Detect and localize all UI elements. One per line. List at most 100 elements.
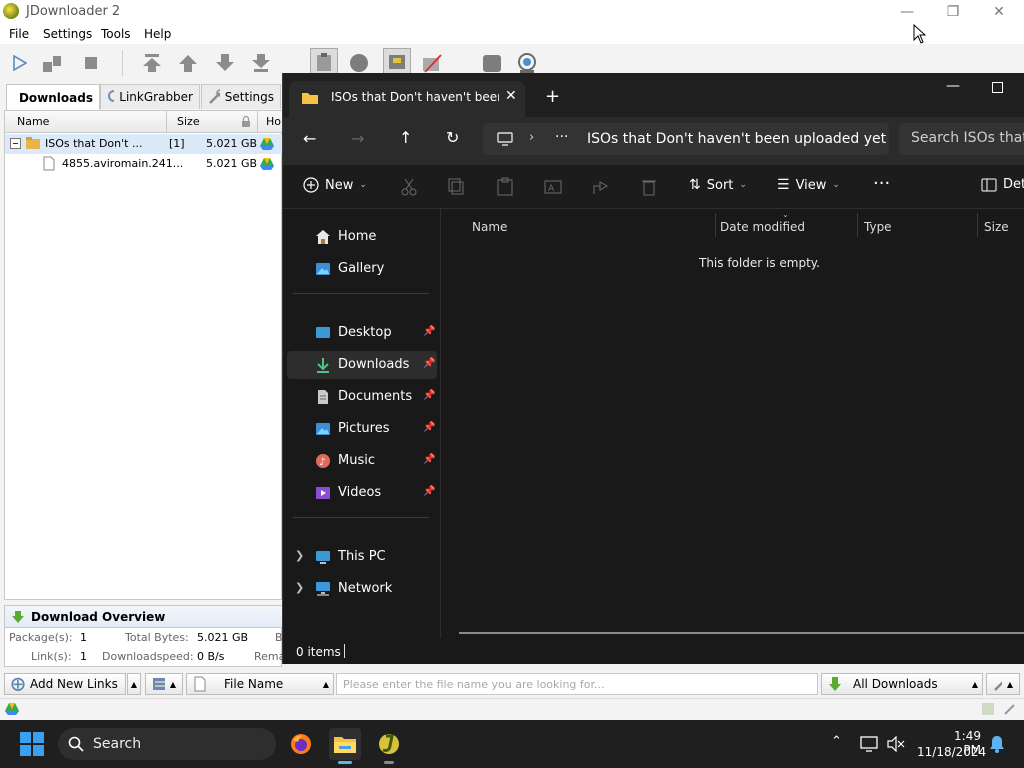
pin-icon[interactable]: 📌 — [423, 358, 435, 369]
close-tab-icon[interactable]: ✕ — [505, 88, 517, 104]
tab-downloads[interactable]: Downloads — [6, 84, 100, 110]
menu-help[interactable]: Help — [144, 27, 171, 41]
menu-file[interactable]: File — [9, 27, 29, 41]
table-row-file[interactable]: 4855.aviromain.241... 5.021 GB — [5, 154, 283, 174]
column-header-date-modified[interactable]: Date modified — [720, 220, 805, 234]
speaker-muted-icon[interactable] — [887, 736, 905, 752]
display-icon[interactable] — [860, 736, 878, 752]
restore-icon[interactable]: ❐ — [930, 0, 976, 24]
bottombar-settings-button[interactable]: ▲ — [986, 673, 1020, 695]
chevron-up-icon: ▲ — [1006, 679, 1013, 689]
nav-item-home[interactable]: Home — [287, 223, 437, 251]
more-options-icon[interactable]: ··· — [873, 173, 890, 194]
wrench-icon[interactable] — [1003, 702, 1017, 716]
nav-item-documents[interactable]: Documents 📌 — [287, 383, 437, 411]
search-column-select[interactable]: File Name ▲ — [186, 673, 334, 695]
file-name-search-input[interactable]: Please enter the file name you are looki… — [336, 673, 818, 695]
menu-settings[interactable]: Settings — [43, 27, 92, 41]
new-button[interactable]: New ⌄ — [303, 177, 367, 193]
column-header-size[interactable]: Size — [984, 220, 1009, 234]
new-tab-icon[interactable]: + — [545, 86, 560, 107]
taskbar-clock-date[interactable]: 11/18/2024 — [917, 745, 986, 759]
file-explorer-taskbar-icon[interactable] — [329, 728, 361, 764]
column-hoster[interactable]: Ho — [266, 115, 281, 128]
windows-start-icon[interactable] — [20, 732, 44, 756]
add-new-links-button[interactable]: ⨁ Add New Links — [4, 673, 126, 695]
delete-options-button[interactable]: ▲ — [145, 673, 183, 695]
chevron-up-icon[interactable]: ⌃ — [831, 734, 842, 749]
sort-button[interactable]: ⇅ Sort ⌄ — [689, 177, 747, 193]
explorer-tab[interactable]: ISOs that Don't haven't been uploaded ye… — [289, 81, 525, 117]
add-links-dropdown[interactable]: ▲ — [127, 673, 141, 695]
pin-icon[interactable]: 📌 — [423, 326, 435, 337]
maximize-icon[interactable] — [992, 82, 1003, 93]
nav-item-music[interactable]: ♪ Music 📌 — [287, 447, 437, 475]
column-header-type[interactable]: Type — [864, 220, 892, 234]
pause-icon[interactable] — [41, 52, 63, 74]
share-icon[interactable] — [591, 177, 611, 197]
speed-limit-icon[interactable] — [516, 52, 538, 74]
rename-icon[interactable]: A — [543, 177, 563, 197]
menu-tools[interactable]: Tools — [101, 27, 131, 41]
forward-arrow-icon[interactable]: → — [351, 129, 364, 148]
nav-item-gallery[interactable]: Gallery — [287, 255, 437, 283]
pin-icon[interactable]: 📌 — [423, 390, 435, 401]
chevron-right-icon[interactable]: ❯ — [295, 549, 304, 562]
copy-icon[interactable] — [447, 177, 467, 197]
tab-settings[interactable]: Settings — [201, 84, 281, 109]
nav-item-videos[interactable]: Videos 📌 — [287, 479, 437, 507]
nav-documents-label: Documents — [338, 389, 413, 404]
close-icon[interactable]: ✕ — [976, 0, 1022, 24]
firefox-taskbar-icon[interactable] — [285, 728, 317, 760]
collapse-icon[interactable] — [10, 138, 21, 149]
clipboard-monitor-icon[interactable] — [310, 48, 338, 76]
status-icon[interactable] — [981, 702, 995, 716]
breadcrumb-current-folder[interactable]: ISOs that Don't haven't been uploaded ye… — [587, 131, 886, 147]
nav-item-network[interactable]: ❯ Network — [287, 575, 437, 603]
address-bar[interactable]: › ··· ISOs that Don't haven't been uploa… — [483, 123, 889, 155]
table-row-package[interactable]: ISOs that Don't ... [1] 5.021 GB — [5, 134, 283, 154]
delete-icon[interactable] — [639, 177, 659, 197]
pin-icon[interactable]: 📌 — [423, 486, 435, 497]
tab-linkgrabber[interactable]: LinkGrabber — [100, 84, 200, 109]
jdownloader-taskbar-icon[interactable] — [373, 728, 405, 764]
minimize-icon[interactable]: — — [884, 0, 930, 24]
update-icon[interactable] — [383, 48, 411, 76]
breadcrumb-chevron-icon[interactable]: › — [529, 130, 534, 145]
cut-icon[interactable] — [399, 177, 419, 197]
google-drive-icon[interactable] — [4, 702, 20, 716]
refresh-icon[interactable]: ↻ — [446, 128, 459, 147]
chevron-right-icon[interactable]: ❯ — [295, 581, 304, 594]
move-up-icon[interactable] — [177, 52, 199, 74]
view-filter-select[interactable]: All Downloads ▲ — [821, 673, 983, 695]
play-icon[interactable] — [8, 52, 30, 74]
reconnect-icon[interactable] — [348, 52, 370, 74]
column-size[interactable]: Size — [177, 115, 200, 128]
details-pane-button[interactable]: Details — [981, 177, 1024, 192]
stop-icon[interactable] — [80, 52, 102, 74]
silent-mode-icon[interactable] — [481, 52, 503, 74]
breadcrumb-overflow-icon[interactable]: ··· — [555, 129, 568, 145]
notification-bell-icon[interactable] — [989, 735, 1005, 753]
nav-item-pictures[interactable]: Pictures 📌 — [287, 415, 437, 443]
svg-text:♪: ♪ — [319, 457, 325, 468]
up-arrow-icon[interactable]: ↑ — [399, 128, 412, 147]
back-arrow-icon[interactable]: ← — [303, 129, 316, 148]
horizontal-scrollbar[interactable] — [459, 632, 1024, 634]
nav-item-desktop[interactable]: Desktop 📌 — [287, 319, 437, 347]
column-header-name[interactable]: Name — [472, 220, 507, 234]
minimize-icon[interactable]: — — [946, 78, 960, 94]
paste-icon[interactable] — [495, 177, 515, 197]
view-button[interactable]: ☰ View ⌄ — [777, 177, 840, 193]
premium-off-icon[interactable] — [421, 52, 443, 74]
nav-item-downloads[interactable]: Downloads 📌 — [287, 351, 437, 379]
move-to-top-icon[interactable] — [141, 52, 163, 74]
explorer-search-input[interactable]: Search ISOs that Don't haven't been uplo… — [899, 123, 1024, 155]
taskbar-search-box[interactable]: Search — [58, 728, 276, 760]
move-to-bottom-icon[interactable] — [250, 52, 272, 74]
pin-icon[interactable]: 📌 — [423, 454, 435, 465]
column-name[interactable]: Name — [17, 115, 49, 128]
nav-item-this-pc[interactable]: ❯ This PC — [287, 543, 437, 571]
pin-icon[interactable]: 📌 — [423, 422, 435, 433]
move-down-icon[interactable] — [214, 52, 236, 74]
